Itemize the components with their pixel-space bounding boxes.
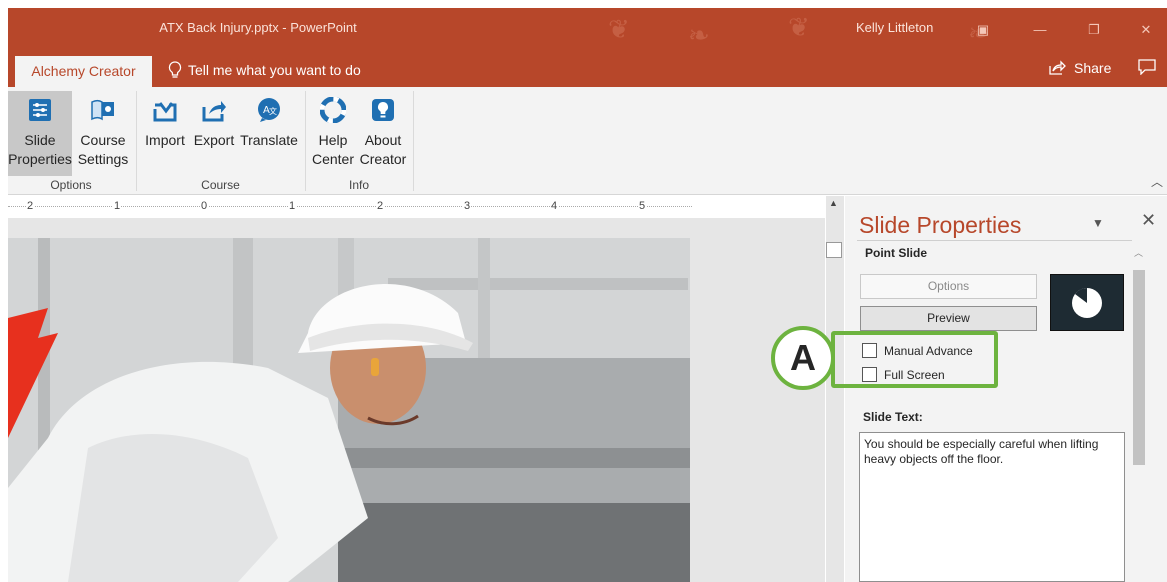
ruler-label: 1 [288,200,297,212]
slide-photo[interactable] [8,238,690,582]
about-creator-button[interactable]: About Creator [358,91,408,169]
title-bar: ❦ ❧ ❦ ❧ ATX Back Injury.pptx - PowerPoin… [8,8,1167,54]
decorative-leaf: ❧ [688,20,710,50]
export-button[interactable]: Export [191,91,237,150]
slide-properties-line2: Properties [8,151,72,167]
restore-icon[interactable]: ❐ [1074,16,1114,44]
scroll-up-icon[interactable]: ▲ [829,198,838,208]
horizontal-ruler: 2 1 0 1 2 3 4 5 [8,196,692,218]
slide-properties-line1: Slide [24,132,56,148]
minimize-icon[interactable]: — [1020,16,1060,44]
share-label: Share [1074,60,1112,76]
course-settings-icon [91,99,114,121]
translate-label: Translate [240,132,298,148]
group-label-options: Options [50,178,92,192]
annotation-callout-a: A [771,326,835,390]
group-label-info: Info [348,178,369,192]
options-button[interactable]: Options [860,274,1037,299]
section-divider [857,240,1139,241]
slide-properties-pane: Slide Properties ▼ ✕ Point Slide Options… [845,196,1167,582]
ruler-label: 3 [463,200,472,212]
section-title-point-slide: Point Slide [865,246,928,260]
preview-button[interactable]: Preview [860,306,1037,331]
user-name[interactable]: Kelly Littleton [856,20,933,35]
close-window-icon[interactable]: ✕ [1126,16,1166,44]
about-creator-line1: About [364,132,402,148]
course-settings-line2: Settings [77,151,129,167]
help-center-line1: Help [318,132,348,148]
course-settings-button[interactable]: Course Settings [74,91,132,169]
tab-alchemy-creator[interactable]: Alchemy Creator [15,56,152,87]
ruler-ticks [8,206,692,207]
share-icon [1049,60,1066,75]
group-separator [136,91,137,191]
slide-properties-button[interactable]: Slide Properties [8,91,72,176]
group-separator [305,91,306,191]
pane-scrollbar[interactable]: ︿ [1132,240,1146,582]
slide-editing-area[interactable] [8,218,825,582]
pie-timer-icon [1072,287,1102,318]
import-button[interactable]: Import [140,91,190,150]
ruler-label: 2 [26,200,35,212]
ruler-label: 4 [550,200,559,212]
tell-me-label: Tell me what you want to do [188,62,361,78]
help-center-icon [320,97,346,123]
svg-text:文: 文 [269,106,277,116]
ribbon: Slide Properties Course Settings Import … [8,87,1167,195]
ruler-label: 0 [200,200,209,212]
tell-me-search[interactable]: Tell me what you want to do [168,61,361,79]
ruler-label: 2 [376,200,385,212]
group-label-course: Course [201,178,240,192]
collapse-ribbon-icon[interactable]: ︿ [1151,173,1163,190]
import-label: Import [145,132,185,148]
slide-text-label: Slide Text: [863,410,923,424]
pane-close-icon[interactable]: ✕ [1141,210,1156,231]
worker-photo-illustration [8,238,690,582]
about-creator-line2: Creator [359,151,407,167]
course-settings-line1: Course [80,132,126,148]
decorative-leaf: ❦ [608,14,630,44]
export-icon [202,101,226,122]
slide-thumb-marker[interactable] [826,242,842,258]
translate-icon: A文 [258,98,280,122]
comments-icon[interactable] [1138,59,1156,80]
slide-type-thumbnail[interactable] [1050,274,1124,331]
about-creator-icon [372,99,394,121]
ruler-label: 1 [113,200,122,212]
slide-text-field[interactable]: You should be especially careful when li… [859,432,1125,582]
help-center-line2: Center [311,151,355,167]
pane-title: Slide Properties [859,212,1022,238]
decorative-leaf: ❦ [788,12,810,42]
annotation-highlight-box [831,331,998,388]
group-separator [413,91,414,191]
pane-options-chevron-down-icon[interactable]: ▼ [1092,216,1104,230]
lightbulb-icon [168,61,182,78]
slide-properties-icon [29,99,51,121]
pane-scroll-thumb[interactable] [1133,270,1145,465]
slide-vertical-scrollbar[interactable]: ▲ [826,196,844,582]
help-center-button[interactable]: Help Center [309,91,357,169]
translate-button[interactable]: A文 Translate [238,91,300,150]
ribbon-tab-row: Alchemy Creator Tell me what you want to… [8,54,1167,87]
share-button[interactable]: Share [1048,60,1111,76]
pane-scroll-up-icon[interactable]: ︿ [1134,246,1143,259]
import-icon [153,102,177,122]
ribbon-display-options-icon[interactable]: ▣ [963,16,1003,44]
export-label: Export [193,132,235,148]
ruler-label: 5 [638,200,647,212]
window-title: ATX Back Injury.pptx - PowerPoint [159,20,357,35]
